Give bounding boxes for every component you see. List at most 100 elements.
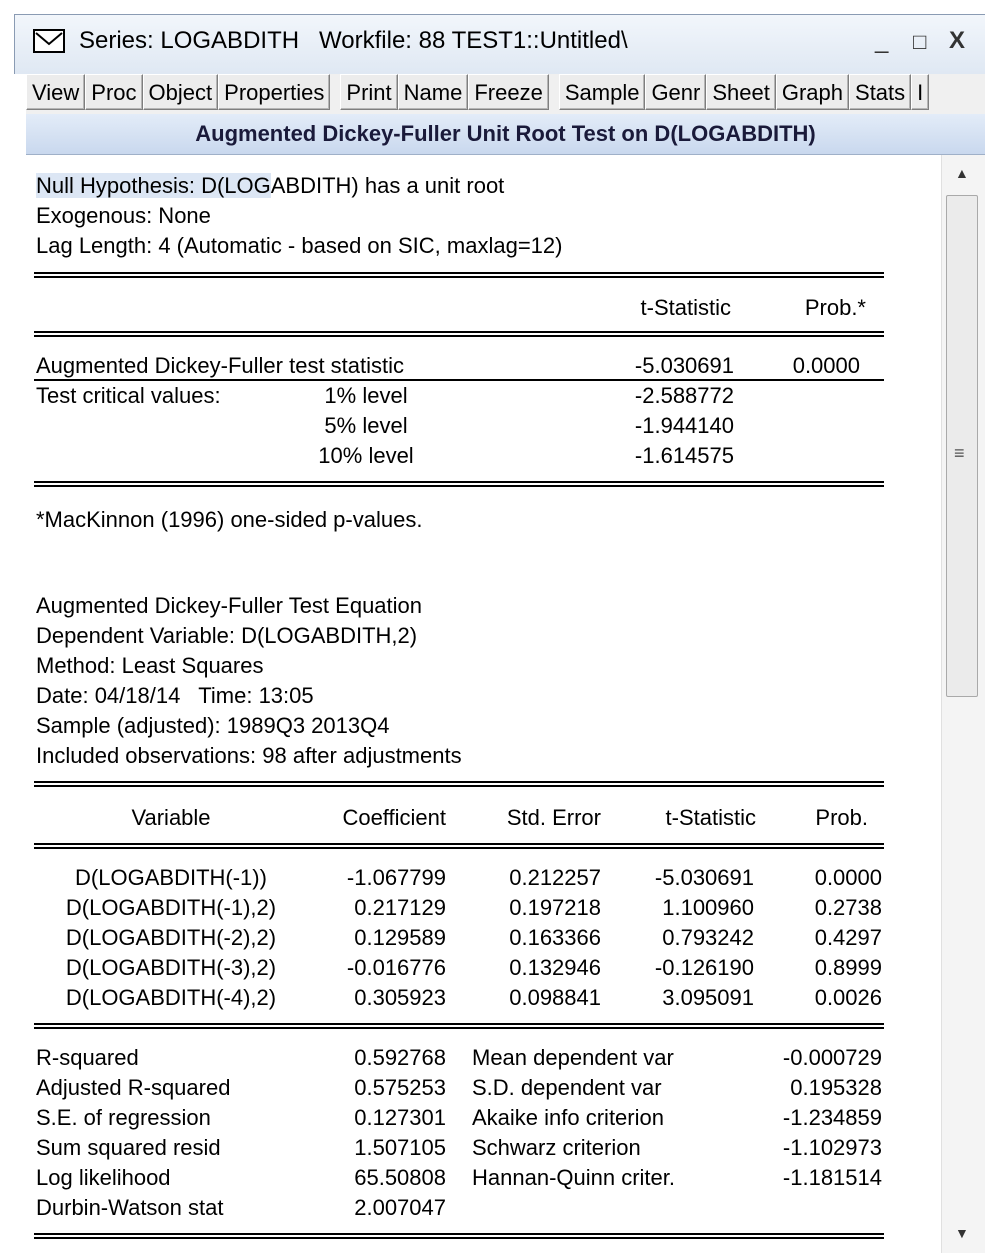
- double-rule: [34, 331, 884, 337]
- maximize-button[interactable]: □: [913, 29, 926, 55]
- stat-value: -0.000729: [782, 1045, 882, 1070]
- col-prob-header: Prob.*: [804, 295, 866, 320]
- proc-button[interactable]: Proc: [85, 74, 143, 110]
- level-1-value: -2.588772: [634, 383, 734, 408]
- series-icon: [33, 29, 65, 53]
- std-error: 0.212257: [509, 865, 601, 890]
- sheet-button[interactable]: Sheet: [706, 74, 776, 110]
- coefficient: 0.217129: [354, 895, 446, 920]
- t-statistic: 0.793242: [662, 925, 754, 950]
- stat-value: 2.007047: [354, 1195, 446, 1220]
- method: Method: Least Squares: [36, 653, 264, 678]
- stats-button[interactable]: Stats: [849, 74, 912, 110]
- graph-button[interactable]: Graph: [775, 74, 850, 110]
- stat-value: 0.575253: [354, 1075, 446, 1100]
- variable-name: D(LOGABDITH(-2),2): [65, 925, 277, 950]
- stat-value: 1.507105: [354, 1135, 446, 1160]
- prob: 0.0000: [814, 865, 882, 890]
- level-5: 5% level: [324, 413, 408, 438]
- stat-label: R-squared: [36, 1045, 139, 1070]
- variable-name: D(LOGABDITH(-4),2): [65, 985, 277, 1010]
- single-rule: [34, 379, 884, 381]
- t-statistic: 1.100960: [662, 895, 754, 920]
- output-heading: Augmented Dickey-Fuller Unit Root Test o…: [26, 114, 985, 155]
- stat-value: 0.592768: [354, 1045, 446, 1070]
- observations: Included observations: 98 after adjustme…: [36, 743, 462, 768]
- coefficient: -0.016776: [346, 955, 446, 980]
- view-button[interactable]: View: [26, 74, 86, 110]
- double-rule: [34, 1233, 884, 1239]
- stat-label: Mean dependent var: [472, 1045, 674, 1070]
- double-rule: [34, 272, 884, 278]
- col-stderror-header: Std. Error: [506, 805, 601, 830]
- stat-value: -1.181514: [782, 1165, 882, 1190]
- sample-button[interactable]: Sample: [558, 74, 646, 110]
- scroll-down-icon[interactable]: ▼: [955, 1225, 969, 1241]
- null-hypothesis-rest: ABDITH) has a unit root: [270, 173, 505, 198]
- exogenous-line: Exogenous: None: [36, 203, 211, 228]
- stat-value: -1.234859: [782, 1105, 882, 1130]
- level-5-value: -1.944140: [634, 413, 734, 438]
- t-statistic: -5.030691: [654, 865, 754, 890]
- adf-label: Augmented Dickey-Fuller test statistic: [36, 353, 405, 378]
- object-button[interactable]: Object: [142, 74, 219, 110]
- stat-label: Akaike info criterion: [472, 1105, 664, 1130]
- col-coefficient-header: Coefficient: [342, 805, 446, 830]
- adf-prob: 0.0000: [792, 353, 860, 378]
- date-time: Date: 04/18/14 Time: 13:05: [36, 683, 314, 708]
- genr-button[interactable]: Genr: [645, 74, 707, 110]
- stat-value: 0.127301: [354, 1105, 446, 1130]
- name-button[interactable]: Name: [397, 74, 469, 110]
- stat-label: Adjusted R-squared: [36, 1075, 231, 1100]
- properties-button[interactable]: Properties: [218, 74, 331, 110]
- t-statistic: 3.095091: [662, 985, 754, 1010]
- sample: Sample (adjusted): 1989Q3 2013Q4: [36, 713, 390, 738]
- ident-button[interactable]: I: [911, 74, 930, 110]
- level-10: 10% level: [318, 443, 414, 468]
- title-bar[interactable]: Series: LOGABDITH Workfile: 88 TEST1::Un…: [14, 14, 985, 74]
- toolbar: View Proc Object Properties Print Name F…: [26, 74, 985, 114]
- col-tstatistic-header: t-Statistic: [665, 805, 756, 830]
- stat-value: 65.50808: [354, 1165, 446, 1190]
- vertical-scrollbar[interactable]: ▲ ≡ ▼: [941, 155, 985, 1253]
- coefficient: -1.067799: [346, 865, 446, 890]
- window-title: Series: LOGABDITH Workfile: 88 TEST1::Un…: [79, 27, 628, 54]
- variable-name: D(LOGABDITH(-1)): [75, 865, 267, 890]
- stat-label: Sum squared resid: [36, 1135, 221, 1160]
- std-error: 0.132946: [509, 955, 601, 980]
- level-10-value: -1.614575: [634, 443, 734, 468]
- col-tstat-header: t-Statistic: [640, 295, 731, 320]
- std-error: 0.098841: [509, 985, 601, 1010]
- double-rule: [34, 1023, 884, 1029]
- stat-value: -1.102973: [782, 1135, 882, 1160]
- stat-label: S.D. dependent var: [472, 1075, 662, 1100]
- std-error: 0.163366: [509, 925, 601, 950]
- prob: 0.4297: [814, 925, 882, 950]
- double-rule: [34, 481, 884, 487]
- critical-values-label: Test critical values:: [36, 383, 221, 408]
- prob: 0.8999: [814, 955, 882, 980]
- double-rule: [34, 843, 884, 849]
- stat-label: Durbin-Watson stat: [36, 1195, 224, 1220]
- minimize-button[interactable]: _: [875, 27, 888, 55]
- double-rule: [34, 781, 884, 787]
- dependent-variable: Dependent Variable: D(LOGABDITH,2): [36, 623, 418, 648]
- adf-tstat: -5.030691: [634, 353, 734, 378]
- t-statistic: -0.126190: [654, 955, 754, 980]
- close-button[interactable]: X: [949, 27, 965, 55]
- null-hypothesis-selected: Null Hypothesis: D(LOG: [36, 173, 271, 198]
- equation-title: Augmented Dickey-Fuller Test Equation: [36, 593, 423, 618]
- output-area[interactable]: Null Hypothesis: D(LOGABDITH) has a unit…: [26, 155, 941, 1253]
- scroll-up-icon[interactable]: ▲: [955, 165, 969, 181]
- freeze-button[interactable]: Freeze: [468, 74, 549, 110]
- print-button[interactable]: Print: [340, 74, 398, 110]
- variable-name: D(LOGABDITH(-3),2): [65, 955, 277, 980]
- lag-length-line: Lag Length: 4 (Automatic - based on SIC,…: [36, 233, 563, 258]
- coefficient: 0.129589: [354, 925, 446, 950]
- series-window: Series: LOGABDITH Workfile: 88 TEST1::Un…: [0, 0, 985, 1253]
- null-hypothesis: Null Hypothesis: D(LOGABDITH) has a unit…: [36, 173, 504, 199]
- col-prob-header: Prob.: [815, 805, 868, 830]
- level-1: 1% level: [324, 383, 408, 408]
- coefficient: 0.305923: [354, 985, 446, 1010]
- stat-value: 0.195328: [790, 1075, 882, 1100]
